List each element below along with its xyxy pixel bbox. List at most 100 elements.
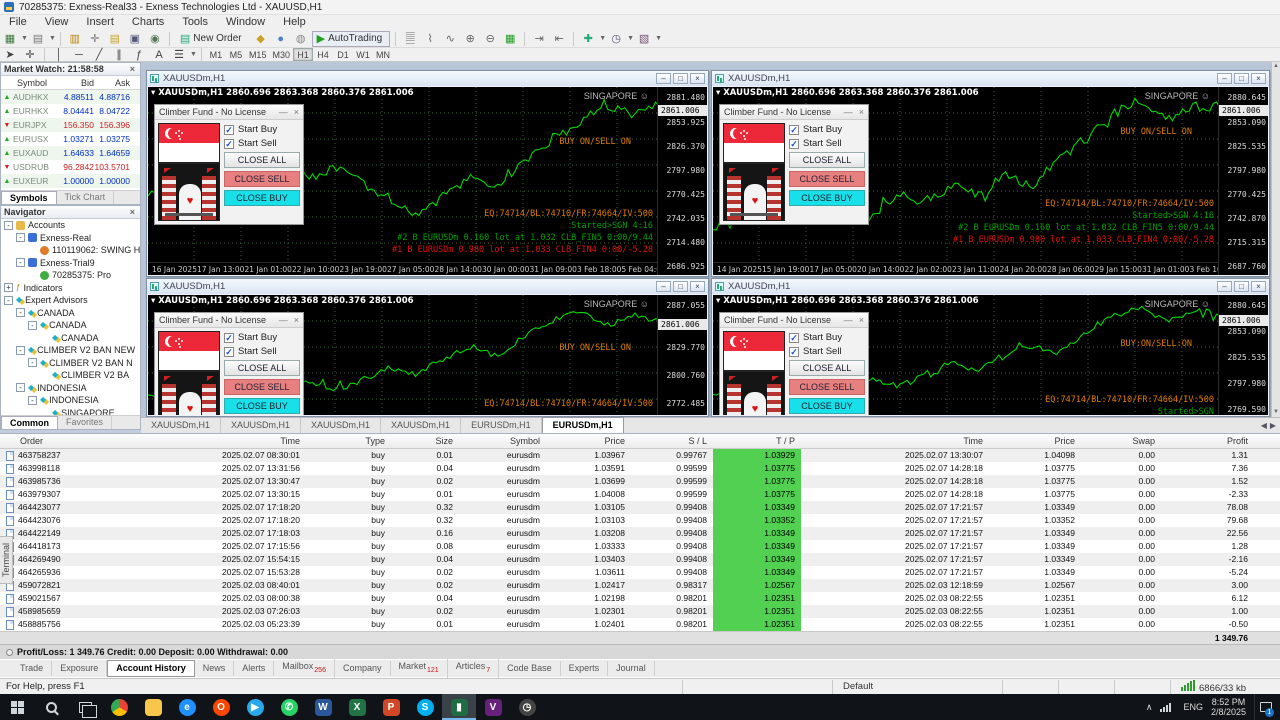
close-all-button[interactable]: CLOSE ALL (789, 360, 865, 376)
close-icon[interactable]: × (690, 281, 705, 292)
table-row[interactable]: 4589856592025.02.03 07:26:03buy0.02eurus… (0, 605, 1280, 618)
chart-window-titlebar[interactable]: XAUUSDm,H1–□× (712, 71, 1269, 86)
close-icon[interactable]: × (128, 64, 137, 74)
vline-button[interactable]: │ (50, 47, 68, 63)
navigator-item-expert-advisors[interactable]: -◆Expert Advisors (1, 294, 140, 307)
climber-fund-dialog[interactable]: Climber Fund - No License—×♥✓Start Buy✓S… (154, 312, 304, 415)
close-icon[interactable]: × (859, 107, 864, 117)
mql-community-button[interactable]: ● (272, 31, 290, 47)
close-icon[interactable]: × (690, 73, 705, 84)
close-sell-button[interactable]: CLOSE SELL (224, 171, 300, 187)
arrows-button[interactable]: ☰ (170, 47, 188, 63)
chart-window[interactable]: XAUUSDm,H1–□×▾ XAUUSDm,H1 2860.696 2863.… (711, 278, 1270, 417)
tree-expand-box[interactable]: - (4, 296, 13, 305)
chart-body[interactable]: ▾ XAUUSDm,H1 2860.696 2863.368 2860.376 … (713, 87, 1268, 275)
chart-window[interactable]: XAUUSDm,H1–□×▾ XAUUSDm,H1 2860.696 2863.… (711, 70, 1270, 277)
column-header-profit[interactable]: Profit (1161, 436, 1254, 446)
timeframe-d1[interactable]: D1 (333, 48, 353, 61)
tab-common[interactable]: Common (1, 416, 58, 429)
autotrading-button[interactable]: ▶AutoTrading (312, 31, 391, 47)
timeframe-w1[interactable]: W1 (353, 48, 373, 61)
table-row[interactable]: 4644230762025.02.07 17:18:20buy0.32eurus… (0, 514, 1280, 527)
navigator-item-indicators[interactable]: +ƒIndicators (1, 282, 140, 295)
column-header-time[interactable]: Time (801, 436, 989, 446)
start-buy-checkbox[interactable]: ✓Start Buy (224, 332, 300, 343)
line-chart-button[interactable]: ∿ (441, 31, 459, 47)
tree-expand-box[interactable]: - (16, 233, 25, 242)
start-sell-checkbox[interactable]: ✓Start Sell (789, 346, 865, 357)
table-row[interactable]: 4639793072025.02.07 13:30:15buy0.01eurus… (0, 488, 1280, 501)
chart-tab-2[interactable]: XAUUSDm,H1 (301, 418, 381, 433)
market-watch-button[interactable]: ▥ (66, 31, 84, 47)
timeframe-h4[interactable]: H4 (313, 48, 333, 61)
text-button[interactable]: A (150, 47, 168, 63)
chart-window-titlebar[interactable]: XAUUSDm,H1–□× (147, 71, 708, 86)
checkbox-checked-icon[interactable]: ✓ (789, 139, 799, 149)
market-watch-row[interactable]: ▼EURJPX156.350156.396 (1, 118, 140, 132)
market-watch-row[interactable]: ▲AUDHKX4.885114.88716 (1, 90, 140, 104)
minimize-icon[interactable]: — (279, 107, 288, 117)
terminal-tab-market[interactable]: Market121 (391, 659, 448, 678)
scroll-left-icon[interactable]: ◀ (1261, 419, 1267, 433)
climber-fund-dialog[interactable]: Climber Fund - No License—×♥✓Start Buy✓S… (719, 312, 869, 415)
chart-window-titlebar[interactable]: XAUUSDm,H1–□× (712, 279, 1269, 294)
close-icon[interactable]: × (294, 107, 299, 117)
terminal-tab-articles[interactable]: Articles7 (448, 659, 499, 678)
dropdown-arrow-icon[interactable]: ▼ (627, 35, 634, 42)
tree-expand-box[interactable]: - (16, 383, 25, 392)
navigator-item-climber-v2-ban-n[interactable]: -◆CLIMBER V2 BAN N (1, 357, 140, 370)
column-header-tp[interactable]: T / P (713, 436, 801, 446)
terminal-tab-code-base[interactable]: Code Base (499, 661, 561, 676)
market-watch-row[interactable]: ▲EUXAUD1.646331.64659 (1, 146, 140, 160)
checkbox-checked-icon[interactable]: ✓ (224, 139, 234, 149)
tree-expand-box[interactable]: + (4, 283, 13, 292)
market-watch-row[interactable]: ▼USDRUB96.2842103.5701 (1, 160, 140, 174)
terminal-tab-mailbox[interactable]: Mailbox256 (274, 659, 335, 678)
notification-center[interactable]: 1 (1254, 694, 1276, 720)
menu-file[interactable]: File (0, 15, 36, 30)
chart-body[interactable]: ▾ XAUUSDm,H1 2860.696 2863.368 2860.376 … (713, 295, 1268, 415)
navigator-item-indonesia[interactable]: -◆INDONESIA (1, 394, 140, 407)
chart-tab-4[interactable]: EURUSDm,H1 (461, 418, 542, 433)
close-all-button[interactable]: CLOSE ALL (224, 360, 300, 376)
navigator-item-climber-v2-ba[interactable]: ◆CLIMBER V2 BA (1, 369, 140, 382)
periods-button[interactable]: ◷ (607, 31, 625, 47)
table-row[interactable]: 4644230772025.02.07 17:18:20buy0.32eurus… (0, 501, 1280, 514)
start-buy-checkbox[interactable]: ✓Start Buy (789, 124, 865, 135)
table-row[interactable]: 4644221492025.02.07 17:18:03buy0.16eurus… (0, 527, 1280, 540)
tab-symbols[interactable]: Symbols (1, 191, 57, 204)
checkbox-checked-icon[interactable]: ✓ (224, 125, 234, 135)
indicators-button[interactable]: ✚ (579, 31, 597, 47)
navigator-item-canada[interactable]: -◆CANADA (1, 319, 140, 332)
tree-expand-box[interactable]: - (16, 308, 25, 317)
timeframe-m1[interactable]: M1 (206, 48, 226, 61)
minimize-icon[interactable]: – (656, 281, 671, 292)
news-button[interactable]: ◍ (292, 31, 310, 47)
status-profile[interactable]: Default (832, 680, 1002, 694)
chart-body[interactable]: ▾ XAUUSDm,H1 2860.696 2863.368 2860.376 … (148, 87, 707, 275)
minimize-icon[interactable]: — (279, 315, 288, 325)
taskbar-mt4-icon[interactable]: ▮ (442, 694, 476, 720)
menu-charts[interactable]: Charts (123, 15, 173, 30)
tree-expand-box[interactable]: - (28, 321, 37, 330)
minimize-icon[interactable]: – (656, 73, 671, 84)
zoom-out-button[interactable]: ⊖ (481, 31, 499, 47)
tree-expand-box[interactable]: - (16, 346, 25, 355)
taskbar-clock-icon[interactable]: ◷ (510, 694, 544, 720)
language-indicator[interactable]: ENG (1183, 702, 1203, 712)
chart-tab-3[interactable]: XAUUSDm,H1 (381, 418, 461, 433)
table-row[interactable]: 4588857562025.02.03 05:23:39buy0.01eurus… (0, 618, 1280, 631)
tree-expand-box[interactable]: - (4, 221, 13, 230)
climber-dialog-titlebar[interactable]: Climber Fund - No License—× (155, 313, 303, 328)
dropdown-arrow-icon[interactable]: ▼ (49, 35, 56, 42)
clock[interactable]: 8:52 PM2/8/2025 (1211, 697, 1246, 717)
tab-scroll-arrows[interactable]: ◀▶ (1257, 419, 1280, 433)
bar-chart-button[interactable]: 𝄛 (401, 31, 419, 47)
trendline-button[interactable]: ╱ (90, 47, 108, 63)
shift-end-button[interactable]: ⇤ (550, 31, 568, 47)
chart-tab-1[interactable]: XAUUSDm,H1 (221, 418, 301, 433)
climber-fund-dialog[interactable]: Climber Fund - No License—×♥✓Start Buy✓S… (154, 104, 304, 225)
close-icon[interactable]: × (859, 315, 864, 325)
close-buy-button[interactable]: CLOSE BUY (224, 190, 300, 206)
checkbox-checked-icon[interactable]: ✓ (224, 347, 234, 357)
